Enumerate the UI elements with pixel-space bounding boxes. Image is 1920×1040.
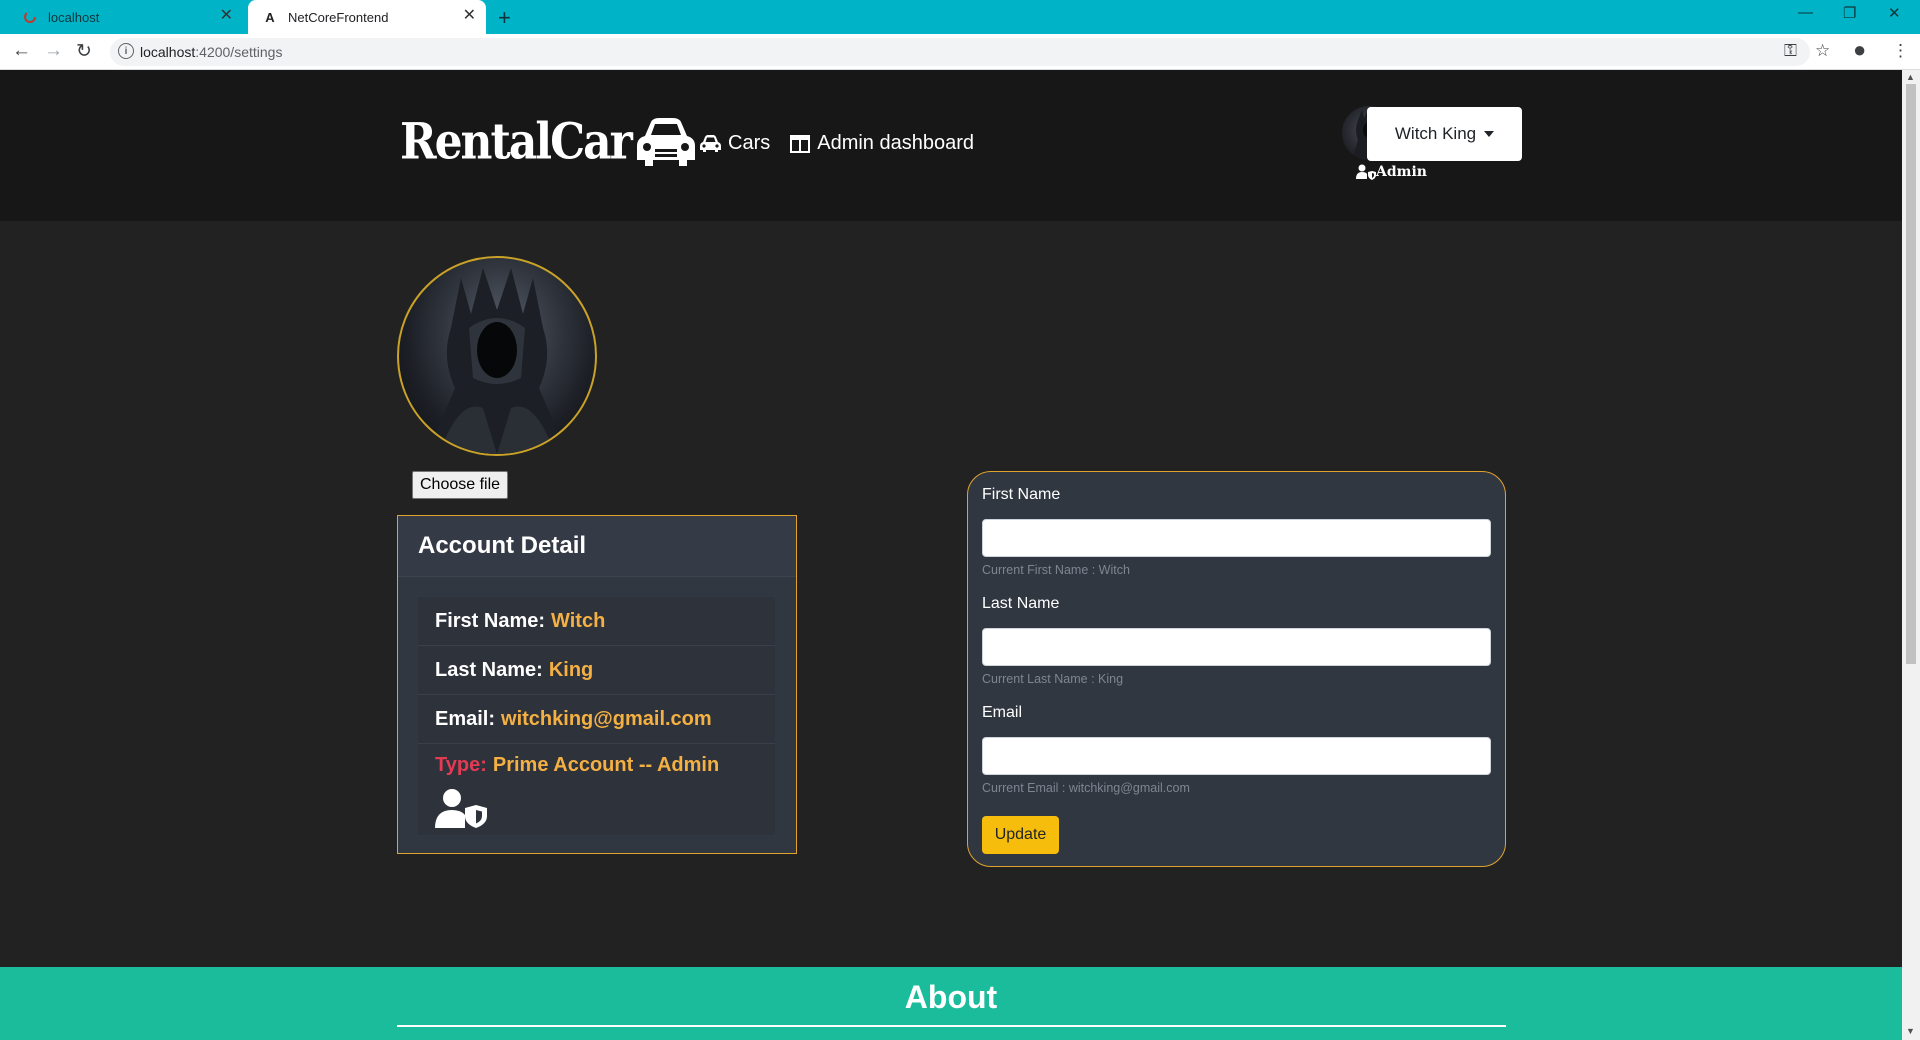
bookmark-star-icon[interactable]: ☆ xyxy=(1815,41,1830,61)
back-icon[interactable]: ← xyxy=(12,40,31,62)
scrollbar-thumb[interactable] xyxy=(1906,84,1916,664)
caret-down-icon xyxy=(1484,131,1495,137)
last-name-field-label: Last Name xyxy=(982,595,1060,612)
new-tab-icon[interactable]: + xyxy=(498,5,511,31)
url-path: :4200/settings xyxy=(195,44,283,60)
type-label: Type: xyxy=(435,754,487,776)
nav-link-cars[interactable]: Cars xyxy=(700,132,770,155)
first-name-input[interactable] xyxy=(982,519,1491,557)
scroll-up-icon[interactable]: ▲ xyxy=(1906,72,1915,82)
site-logo[interactable]: RentalCar xyxy=(400,113,697,171)
about-divider xyxy=(397,1025,1506,1027)
email-label: Email: xyxy=(435,707,496,730)
nav-label: Cars xyxy=(728,132,771,154)
account-type-row: Type: Prime Account -- Admin xyxy=(418,744,775,777)
role-text: Admin xyxy=(1376,164,1427,180)
main-nav: Cars Admin dashboard xyxy=(700,132,974,155)
account-detail-card: Account Detail First Name: Witch Last Na… xyxy=(397,515,797,854)
car-logo-icon xyxy=(636,118,695,166)
close-tab-icon[interactable]: ✕ xyxy=(220,8,233,24)
user-shield-icon xyxy=(435,789,487,828)
about-title: About xyxy=(904,979,998,1015)
email-help: Current Email : witchking@gmail.com xyxy=(982,781,1190,795)
close-tab-icon[interactable]: ✕ xyxy=(463,8,476,24)
user-shield-icon xyxy=(1356,164,1376,180)
nav-label: Admin dashboard xyxy=(817,132,975,154)
menu-kebab-icon[interactable]: ⋮ xyxy=(1892,41,1909,61)
type-value: Prime Account -- Admin xyxy=(492,754,720,776)
account-last-name-row: Last Name: King xyxy=(418,646,775,695)
last-name-label: Last Name: xyxy=(435,658,543,681)
site-info-icon[interactable]: i xyxy=(118,43,134,59)
browser-toolbar: ← → ↻ i localhost:4200/settings ⚿ ☆ ● ⋮ xyxy=(0,34,1920,70)
browser-tabbar: localhost ✕ A NetCoreFrontend ✕ + — ❐ ✕ xyxy=(0,0,1920,34)
last-name-value: King xyxy=(548,658,594,681)
loading-icon xyxy=(22,9,38,25)
minimize-icon[interactable]: — xyxy=(1798,4,1813,21)
profile-picture xyxy=(397,256,597,456)
email-input[interactable] xyxy=(982,737,1491,775)
restore-icon[interactable]: ❐ xyxy=(1843,4,1856,22)
site-header: RentalCar Cars Admin dashboard Witch Kin… xyxy=(0,70,1902,221)
first-name-value: Witch xyxy=(551,609,606,632)
about-section: About xyxy=(0,967,1902,1040)
page-content: RentalCar Cars Admin dashboard Witch Kin… xyxy=(0,70,1902,1040)
last-name-help: Current Last Name : King xyxy=(982,672,1124,686)
reload-icon[interactable]: ↻ xyxy=(76,40,92,63)
user-menu-dropdown[interactable]: Witch King xyxy=(1367,107,1522,161)
first-name-label: First Name: xyxy=(435,609,546,632)
scroll-down-icon[interactable]: ▼ xyxy=(1906,1026,1915,1036)
logo-text: RentalCar xyxy=(400,113,633,171)
choose-file-button[interactable]: Choose file xyxy=(412,471,509,499)
tab-title: localhost xyxy=(48,9,100,25)
address-bar[interactable]: i localhost:4200/settings xyxy=(110,38,1810,66)
profile-icon[interactable]: ● xyxy=(1853,37,1866,63)
nav-link-admin-dashboard[interactable]: Admin dashboard xyxy=(790,132,974,155)
account-detail-list: First Name: Witch Last Name: King Email:… xyxy=(418,597,775,835)
role-badge: Admin xyxy=(1356,164,1427,180)
angular-icon: A xyxy=(265,9,275,25)
forward-icon[interactable]: → xyxy=(44,40,63,62)
first-name-field-label: First Name xyxy=(982,486,1061,503)
email-field-label: Email xyxy=(982,704,1023,721)
browser-tab-localhost[interactable]: localhost ✕ xyxy=(8,0,243,34)
user-name: Witch King xyxy=(1394,124,1477,143)
first-name-help: Current First Name : Witch xyxy=(982,563,1130,577)
account-detail-title: Account Detail xyxy=(398,516,796,577)
tab-title: NetCoreFrontend xyxy=(288,9,389,25)
update-button[interactable]: Update xyxy=(982,816,1059,854)
profile-image xyxy=(427,268,567,454)
browser-tab-netcorefrontend[interactable]: A NetCoreFrontend ✕ xyxy=(248,0,486,34)
dashboard-icon xyxy=(790,134,811,153)
email-value: witchking@gmail.com xyxy=(501,707,712,730)
car-icon xyxy=(700,135,721,152)
update-profile-form: First Name Current First Name : Witch La… xyxy=(967,471,1506,867)
account-email-row: Email: witchking@gmail.com xyxy=(418,695,775,744)
page-scrollbar[interactable]: ▲ ▼ xyxy=(1902,70,1920,1040)
last-name-input[interactable] xyxy=(982,628,1491,666)
account-first-name-row: First Name: Witch xyxy=(418,597,775,646)
url-host: localhost xyxy=(140,44,196,60)
close-window-icon[interactable]: ✕ xyxy=(1888,4,1901,22)
key-icon[interactable]: ⚿ xyxy=(1784,41,1797,61)
